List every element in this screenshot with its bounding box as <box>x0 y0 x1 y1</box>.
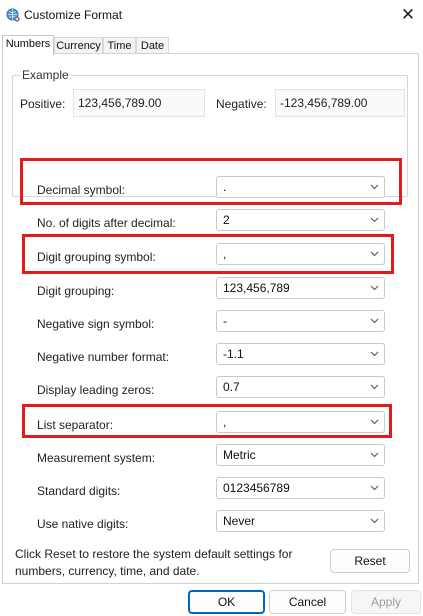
measurement-system-dropdown[interactable]: Metric <box>216 444 385 466</box>
use-native-digits-label: Use native digits: <box>37 517 129 531</box>
standard-digits-dropdown[interactable]: 0123456789 <box>216 477 385 499</box>
cancel-button[interactable]: Cancel <box>269 590 346 614</box>
negative-sign-symbol-label: Negative sign symbol: <box>37 317 155 331</box>
negative-number-format-label: Negative number format: <box>37 350 170 364</box>
list-separator-label: List separator: <box>37 418 114 432</box>
measurement-system-value: Metric <box>223 448 256 462</box>
display-leading-zeros-value: 0.7 <box>223 380 240 394</box>
digit-grouping-symbol-label: Digit grouping symbol: <box>37 250 156 264</box>
digit-grouping-label: Digit grouping: <box>37 284 115 298</box>
list-separator-dropdown[interactable]: , <box>216 411 385 433</box>
digit-grouping-symbol-value: , <box>223 247 227 261</box>
decimal-symbol-dropdown[interactable]: . <box>216 176 385 198</box>
use-native-digits-value: Never <box>223 514 256 528</box>
decimal-symbol-label: Decimal symbol: <box>37 183 126 197</box>
positive-label: Positive: <box>20 97 66 111</box>
list-separator-value: , <box>223 415 227 429</box>
use-native-digits-dropdown[interactable]: Never <box>216 510 385 532</box>
positive-example-value: 123,456,789.00 <box>78 96 162 110</box>
digits-after-decimal-value: 2 <box>223 213 230 227</box>
chevron-down-icon <box>370 217 379 223</box>
globe-settings-icon <box>6 8 20 22</box>
reset-note: Click Reset to restore the system defaul… <box>15 547 293 578</box>
negative-sign-symbol-value: - <box>223 314 227 328</box>
chevron-down-icon <box>370 184 379 190</box>
window-title: Customize Format <box>24 8 123 22</box>
chevron-down-icon <box>370 384 379 390</box>
title-bar: Customize Format ✕ <box>0 0 423 32</box>
chevron-down-icon <box>370 485 379 491</box>
positive-example-box: 123,456,789.00 <box>73 89 205 117</box>
decimal-symbol-value: . <box>223 180 227 194</box>
negative-number-format-dropdown[interactable]: -1.1 <box>216 343 385 365</box>
example-legend: Example <box>20 68 71 82</box>
display-leading-zeros-label: Display leading zeros: <box>37 383 155 397</box>
numbers-panel: Example Positive: 123,456,789.00 Negativ… <box>2 53 419 584</box>
chevron-down-icon <box>370 351 379 357</box>
negative-label: Negative: <box>216 97 267 111</box>
apply-button[interactable]: Apply <box>351 590 421 614</box>
chevron-down-icon <box>370 251 379 257</box>
digit-grouping-symbol-dropdown[interactable]: , <box>216 243 385 265</box>
chevron-down-icon <box>370 285 379 291</box>
negative-example-box: -123,456,789.00 <box>275 89 405 117</box>
digit-grouping-value: 123,456,789 <box>223 281 290 295</box>
ok-button[interactable]: OK <box>188 590 265 614</box>
standard-digits-value: 0123456789 <box>223 481 290 495</box>
negative-example-value: -123,456,789.00 <box>280 96 368 110</box>
negative-sign-symbol-dropdown[interactable]: - <box>216 310 385 332</box>
tab-numbers[interactable]: Numbers <box>2 35 54 55</box>
chevron-down-icon <box>370 318 379 324</box>
close-icon[interactable]: ✕ <box>393 0 423 30</box>
digit-grouping-dropdown[interactable]: 123,456,789 <box>216 277 385 299</box>
digits-after-decimal-dropdown[interactable]: 2 <box>216 209 385 231</box>
standard-digits-label: Standard digits: <box>37 484 121 498</box>
chevron-down-icon <box>370 452 379 458</box>
negative-number-format-value: -1.1 <box>223 347 244 361</box>
chevron-down-icon <box>370 419 379 425</box>
digits-after-decimal-label: No. of digits after decimal: <box>37 216 176 230</box>
display-leading-zeros-dropdown[interactable]: 0.7 <box>216 376 385 398</box>
chevron-down-icon <box>370 518 379 524</box>
measurement-system-label: Measurement system: <box>37 451 156 465</box>
reset-button[interactable]: Reset <box>330 549 410 573</box>
